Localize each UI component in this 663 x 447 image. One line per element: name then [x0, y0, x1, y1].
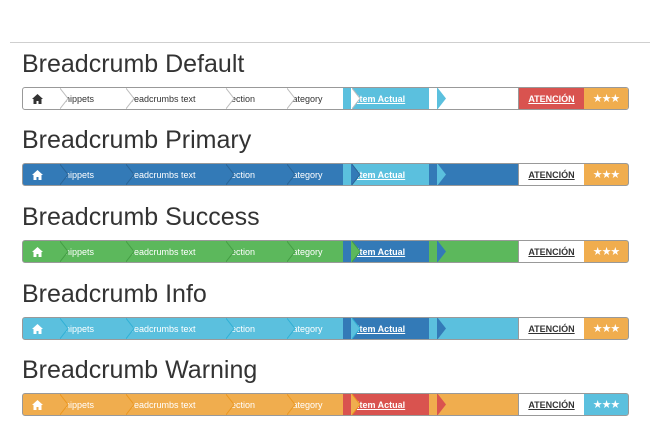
section-heading: Breadcrumb Primary	[22, 126, 252, 154]
home-icon	[31, 246, 43, 257]
crumb-label: Section	[225, 246, 256, 257]
breadcrumb-section: Breadcrumb Default Snippets Breadcrumbs te…	[22, 50, 630, 110]
crumb-label: Category	[286, 246, 323, 257]
crumb-label: Section	[225, 399, 256, 410]
crumb-label: Category	[286, 399, 323, 410]
crumb-label: Snippets	[59, 169, 95, 180]
crumb-label: Section	[225, 93, 256, 104]
crumb-label: Section	[225, 169, 256, 180]
home-crumb[interactable]	[23, 241, 69, 262]
breadcrumb-actions: ATENCIÓN ★★★	[518, 241, 628, 262]
breadcrumb-trail: Snippets Breadcrumbs text Section Category I…	[23, 164, 446, 185]
atencion-button[interactable]: ATENCIÓN	[518, 88, 584, 109]
home-crumb[interactable]	[23, 318, 69, 339]
stars-rating[interactable]: ★★★	[584, 88, 628, 109]
breadcrumb-trail: Snippets Breadcrumbs text Section Category I…	[23, 394, 446, 415]
breadcrumb-trail: Snippets Breadcrumbs text Section Category I…	[23, 88, 446, 109]
breadcrumb-actions: ATENCIÓN ★★★	[518, 318, 628, 339]
home-crumb[interactable]	[23, 394, 69, 415]
breadcrumb-section: Breadcrumb Primary Snippets Breadcrumbs te…	[22, 126, 630, 186]
crumb-label: Snippets	[59, 323, 95, 334]
stars-rating[interactable]: ★★★	[584, 394, 628, 415]
breadcrumb-section: Breadcrumb Info Snippets Breadcrumbs text S…	[22, 280, 630, 340]
crumb-label: Category	[286, 93, 323, 104]
home-crumb[interactable]	[23, 88, 69, 109]
breadcrumb-bar: Snippets Breadcrumbs text Section Category I…	[22, 87, 629, 110]
stars-rating[interactable]: ★★★	[584, 318, 628, 339]
breadcrumb-section: Breadcrumb Success Snippets Breadcrumbs te…	[22, 203, 630, 263]
breadcrumb-bar: Snippets Breadcrumbs text Section Category I…	[22, 393, 629, 416]
atencion-button[interactable]: ATENCIÓN	[518, 164, 584, 185]
home-icon	[31, 323, 43, 334]
breadcrumb-trail: Snippets Breadcrumbs text Section Category I…	[23, 241, 446, 262]
home-icon	[31, 93, 43, 104]
stars-rating[interactable]: ★★★	[584, 241, 628, 262]
top-divider	[10, 42, 650, 43]
home-crumb[interactable]	[23, 164, 69, 185]
breadcrumb-section: Breadcrumb Warning Snippets Breadcrumbs te…	[22, 356, 630, 416]
crumb-label: Snippets	[59, 399, 95, 410]
atencion-button[interactable]: ATENCIÓN	[518, 394, 584, 415]
breadcrumb-bar: Snippets Breadcrumbs text Section Category I…	[22, 317, 629, 340]
crumb-label: Section	[225, 323, 256, 334]
crumb-label: Snippets	[59, 246, 95, 257]
stars-rating[interactable]: ★★★	[584, 164, 628, 185]
section-heading: Breadcrumb Success	[22, 203, 260, 231]
atencion-button[interactable]: ATENCIÓN	[518, 241, 584, 262]
breadcrumb-actions: ATENCIÓN ★★★	[518, 88, 628, 109]
breadcrumb-bar: Snippets Breadcrumbs text Section Category I…	[22, 240, 629, 263]
breadcrumb-actions: ATENCIÓN ★★★	[518, 394, 628, 415]
breadcrumb-trail: Snippets Breadcrumbs text Section Category I…	[23, 318, 446, 339]
home-icon	[31, 169, 43, 180]
section-heading: Breadcrumb Warning	[22, 356, 258, 384]
section-heading: Breadcrumb Default	[22, 50, 245, 78]
crumb-label: Category	[286, 169, 323, 180]
breadcrumb-bar: Snippets Breadcrumbs text Section Category I…	[22, 163, 629, 186]
crumb-label: Category	[286, 323, 323, 334]
crumb-label: Snippets	[59, 93, 95, 104]
breadcrumb-actions: ATENCIÓN ★★★	[518, 164, 628, 185]
atencion-button[interactable]: ATENCIÓN	[518, 318, 584, 339]
section-heading: Breadcrumb Info	[22, 280, 207, 308]
home-icon	[31, 399, 43, 410]
